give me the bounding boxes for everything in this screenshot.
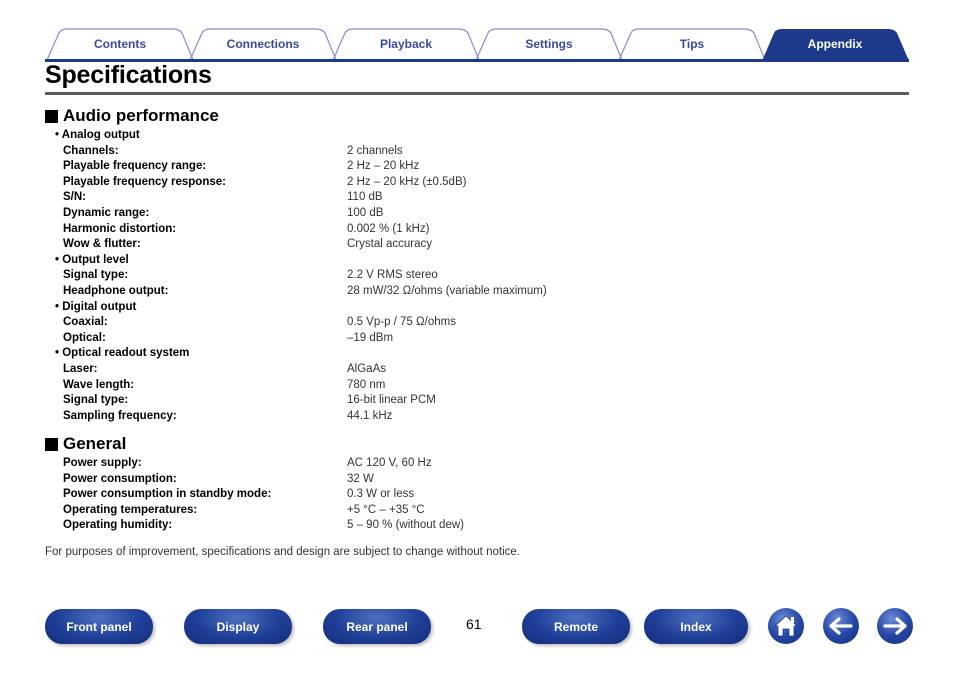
spec-group-heading: • Analog output (0, 127, 954, 143)
spec-row: Headphone output: 28 mW/32 Ω/ohms (variab… (0, 283, 954, 299)
tab-tips[interactable]: Tips (621, 27, 763, 60)
spec-row: Operating temperatures: +5 °C – +35 °C (0, 502, 954, 518)
spec-row: Signal type: 2.2 V RMS stereo (0, 267, 954, 283)
spec-label: Power supply: (63, 457, 142, 469)
tab-settings[interactable]: Settings (478, 27, 620, 60)
spec-group-heading: • Output level (0, 252, 954, 268)
spec-row: Wow & flutter: Crystal accuracy (0, 236, 954, 252)
spec-value: 2 Hz – 20 kHz (±0.5dB) (347, 175, 467, 188)
spec-label: • Digital output (55, 300, 137, 313)
index-button[interactable]: Index (644, 609, 748, 644)
tab-playback[interactable]: Playback (335, 27, 477, 60)
title-divider (45, 92, 909, 95)
square-bullet-icon (45, 109, 58, 123)
spec-label: • Optical readout system (55, 347, 190, 360)
spec-label: • Output level (55, 253, 129, 266)
spec-row: Operating humidity: 5 – 90 % (without dew… (0, 517, 954, 533)
tab-contents[interactable]: Contents (49, 27, 191, 60)
spec-value: +5 °C – +35 °C (347, 503, 425, 516)
spec-row: Power supply: AC 120 V, 60 Hz (0, 455, 954, 471)
spec-label: Headphone output: (63, 285, 169, 297)
spec-label: Operating temperatures: (63, 503, 198, 516)
section-heading-general: General (45, 434, 126, 454)
spec-value: Crystal accuracy (347, 238, 432, 251)
spec-value: 2.2 V RMS stereo (347, 269, 438, 282)
spec-value: 0.5 Vp-p / 75 Ω/ohms (347, 316, 456, 329)
home-icon (773, 615, 799, 637)
spec-row: Power consumption: 32 W (0, 471, 954, 487)
spec-value: AC 120 V, 60 Hz (347, 457, 432, 469)
back-button[interactable] (823, 608, 859, 644)
tab-appendix[interactable]: Appendix (764, 27, 906, 60)
home-button[interactable] (768, 608, 804, 644)
forward-button[interactable] (877, 608, 913, 644)
square-bullet-icon (45, 437, 58, 451)
forward-arrow-icon (883, 617, 907, 635)
remote-button[interactable]: Remote (522, 609, 630, 644)
spec-label: Optical: (63, 331, 106, 344)
spec-row: Power consumption in standby mode: 0.3 W … (0, 486, 954, 502)
spec-label: Power consumption in standby mode: (63, 488, 272, 501)
change-notice: For purposes of improvement, specificati… (45, 546, 520, 558)
spec-row: Coaxial: 0.5 Vp-p / 75 Ω/ohms (0, 314, 954, 330)
spec-value: 16-bit linear PCM (347, 394, 436, 407)
spec-value: 32 W (347, 472, 374, 485)
spec-group-heading: • Digital output (0, 299, 954, 315)
spec-label: Coaxial: (63, 316, 108, 329)
spec-row: Wave length: 780 nm (0, 377, 954, 393)
spec-row: S/N: 110 dB (0, 189, 954, 205)
back-arrow-icon (829, 617, 853, 635)
spec-row: Playable frequency response: 2 Hz – 20 kH… (0, 174, 954, 190)
tab-bar: Contents Connections Playback Settings T… (45, 27, 909, 63)
spec-row: Signal type: 16-bit linear PCM (0, 392, 954, 408)
spec-value: 5 – 90 % (without dew) (347, 519, 464, 532)
spec-label: Sampling frequency: (63, 409, 177, 422)
spec-row: Channels: 2 channels (0, 143, 954, 159)
spec-value: 44.1 kHz (347, 409, 393, 422)
spec-value: AlGaAs (347, 363, 386, 375)
spec-row: Optical: –19 dBm (0, 330, 954, 346)
section-title: General (63, 434, 127, 453)
spec-value: 2 channels (347, 144, 403, 157)
spec-value: 100 dB (347, 207, 384, 219)
spec-label: Power consumption: (63, 472, 177, 485)
spec-value: 780 nm (347, 378, 386, 391)
spec-value: 0.3 W or less (347, 488, 415, 501)
spec-group-heading: • Optical readout system (0, 345, 954, 361)
spec-row: Laser: AlGaAs (0, 361, 954, 377)
spec-label: • Analog output (55, 129, 140, 141)
spec-label: Laser: (63, 363, 98, 375)
rear-panel-button[interactable]: Rear panel (323, 609, 431, 644)
spec-value: 110 dB (347, 191, 383, 204)
spec-label: Wow & flutter: (63, 238, 141, 251)
page-title: Specifications (45, 61, 212, 89)
front-panel-button[interactable]: Front panel (45, 609, 153, 644)
page-number: 61 (466, 616, 482, 632)
spec-label: S/N: (63, 191, 86, 204)
spec-row: Harmonic distortion: 0.002 % (1 kHz) (0, 221, 954, 237)
spec-row: Playable frequency range: 2 Hz – 20 kHz (0, 158, 954, 174)
spec-label: Dynamic range: (63, 207, 150, 219)
display-button[interactable]: Display (184, 609, 292, 644)
spec-row: Sampling frequency: 44.1 kHz (0, 408, 954, 424)
spec-label: Playable frequency range: (63, 160, 207, 173)
spec-label: Harmonic distortion: (63, 222, 177, 235)
spec-label: Wave length: (63, 378, 135, 391)
section-heading-audio: Audio performance (45, 106, 219, 126)
spec-value: 0.002 % (1 kHz) (347, 222, 430, 235)
spec-row: Dynamic range: 100 dB (0, 205, 954, 221)
spec-value: 28 mW/32 Ω/ohms (variable maximum) (347, 285, 547, 297)
spec-label: Operating humidity: (63, 519, 173, 532)
tab-connections[interactable]: Connections (192, 27, 334, 60)
spec-label: Signal type: (63, 394, 129, 407)
section-title: Audio performance (63, 106, 219, 125)
spec-value: –19 dBm (347, 331, 394, 344)
spec-value: 2 Hz – 20 kHz (347, 160, 420, 173)
spec-label: Playable frequency response: (63, 175, 226, 188)
spec-label: Channels: (63, 144, 119, 157)
spec-label: Signal type: (63, 269, 129, 282)
